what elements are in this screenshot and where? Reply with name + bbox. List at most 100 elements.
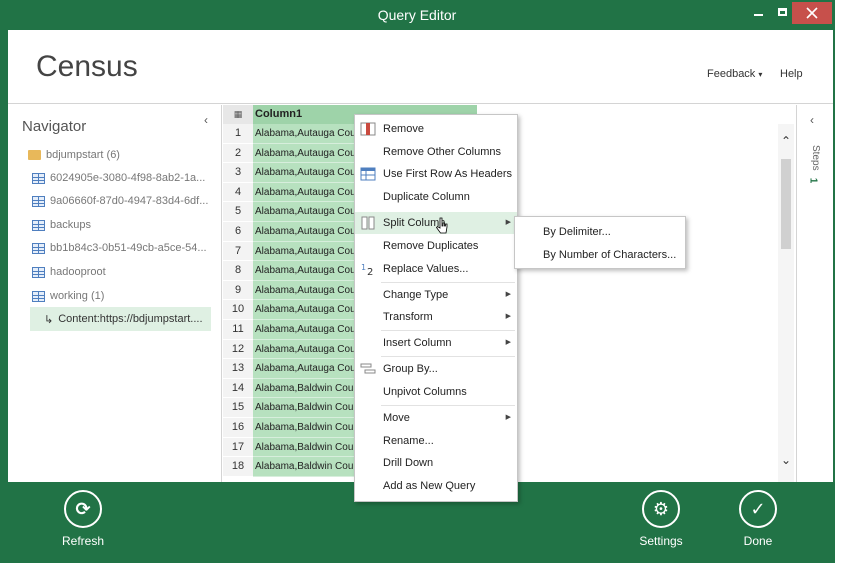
menu-item-remove-other-columns[interactable]: Remove Other Columns bbox=[355, 141, 517, 163]
steps-count: 1 bbox=[807, 177, 819, 184]
checkmark-icon: ✓ bbox=[739, 490, 777, 528]
table-icon bbox=[32, 266, 45, 278]
maximize-button[interactable] bbox=[770, 2, 794, 24]
row-number[interactable]: 5 bbox=[223, 202, 253, 222]
refresh-icon: ⟳ bbox=[64, 490, 102, 528]
menu-item-group-by[interactable]: Group By... bbox=[355, 358, 517, 380]
remove-column-icon bbox=[360, 122, 376, 136]
minimize-icon bbox=[753, 14, 763, 16]
table-icon bbox=[32, 195, 45, 207]
row-number[interactable]: 6 bbox=[223, 222, 253, 242]
help-link[interactable]: Help bbox=[780, 68, 803, 80]
split-column-submenu: By Delimiter... By Number of Characters.… bbox=[514, 216, 686, 269]
row-number[interactable]: 12 bbox=[223, 339, 253, 360]
menu-item-label: Use First Row As Headers bbox=[383, 168, 512, 180]
query-editor-window: Query Editor Census Feedback ▾ Help Navi… bbox=[0, 0, 846, 563]
nav-item-folder[interactable]: bdjumpstart (6) bbox=[28, 145, 120, 165]
nav-item-table[interactable]: hadooproot bbox=[32, 262, 106, 282]
nav-item-label: bb1b84c3-0b51-49cb-a5ce-54... bbox=[50, 242, 207, 254]
steps-label[interactable]: Steps bbox=[810, 145, 821, 171]
nav-item-content-selected[interactable]: ↳ Content:https://bdjumpstart.... bbox=[30, 307, 211, 331]
row-number[interactable]: 14 bbox=[223, 378, 253, 399]
menu-item-label: Insert Column bbox=[383, 337, 452, 349]
submenu-arrow-icon: ▶ bbox=[505, 219, 511, 226]
menu-item-label: Add as New Query bbox=[383, 480, 476, 492]
nav-item-table[interactable]: backups bbox=[32, 215, 91, 235]
menu-separator bbox=[381, 405, 515, 406]
vertical-scrollbar[interactable]: ⌃ ⌄ bbox=[778, 124, 794, 482]
feedback-button[interactable]: Feedback ▾ bbox=[707, 68, 762, 80]
folder-icon bbox=[28, 150, 41, 160]
navigator-title: Navigator bbox=[22, 118, 87, 135]
menu-item-move[interactable]: Move ▶ bbox=[355, 407, 517, 429]
scroll-up-icon[interactable]: ⌃ bbox=[778, 134, 794, 148]
gear-icon: ⚙ bbox=[642, 490, 680, 528]
menu-separator bbox=[381, 282, 515, 283]
close-button[interactable] bbox=[792, 2, 832, 24]
menu-item-unpivot-columns[interactable]: Unpivot Columns bbox=[355, 381, 517, 403]
nav-item-table[interactable]: 9a06660f-87d0-4947-83d4-6df... bbox=[32, 191, 208, 211]
row-number[interactable]: 15 bbox=[223, 398, 253, 418]
row-number[interactable]: 4 bbox=[223, 182, 253, 203]
collapse-steps-button[interactable]: ‹ bbox=[810, 113, 814, 127]
menu-item-replace-values[interactable]: 12 Replace Values... bbox=[355, 258, 517, 280]
row-number[interactable]: 7 bbox=[223, 241, 253, 262]
menu-item-add-as-new-query[interactable]: Add as New Query bbox=[355, 475, 517, 497]
close-icon bbox=[806, 7, 818, 19]
row-number[interactable]: 2 bbox=[223, 143, 253, 164]
row-number[interactable]: 13 bbox=[223, 359, 253, 379]
row-number[interactable]: 9 bbox=[223, 280, 253, 301]
menu-item-transform[interactable]: Transform ▶ bbox=[355, 306, 517, 328]
nav-item-label: backups bbox=[50, 219, 91, 231]
nav-item-label: Content:https://bdjumpstart.... bbox=[58, 313, 203, 325]
window-frame-left bbox=[0, 0, 8, 563]
maximize-icon bbox=[777, 8, 787, 16]
menu-item-by-number-of-characters[interactable]: By Number of Characters... bbox=[515, 244, 685, 266]
row-number[interactable]: 11 bbox=[223, 320, 253, 340]
window-title: Query Editor bbox=[377, 7, 457, 23]
title-bar: Query Editor bbox=[0, 0, 834, 30]
submenu-arrow-icon: ▶ bbox=[505, 414, 511, 421]
row-number[interactable]: 10 bbox=[223, 300, 253, 320]
menu-item-change-type[interactable]: Change Type ▶ bbox=[355, 284, 517, 306]
svg-text:1: 1 bbox=[361, 263, 366, 272]
row-number[interactable]: 3 bbox=[223, 163, 253, 183]
row-number[interactable]: 17 bbox=[223, 437, 253, 458]
collapse-navigator-button[interactable]: ‹ bbox=[204, 113, 208, 127]
done-button[interactable]: ✓ Done bbox=[723, 490, 793, 548]
window-frame-right bbox=[833, 0, 846, 563]
menu-item-label: Duplicate Column bbox=[383, 191, 470, 203]
nav-item-table[interactable]: 6024905e-3080-4f98-8ab2-1a... bbox=[32, 168, 205, 188]
menu-item-remove-duplicates[interactable]: Remove Duplicates bbox=[355, 235, 517, 257]
scroll-thumb[interactable] bbox=[781, 159, 791, 249]
table-menu-button[interactable]: ▦ bbox=[223, 105, 253, 124]
row-number[interactable]: 18 bbox=[223, 457, 253, 477]
menu-item-duplicate-column[interactable]: Duplicate Column bbox=[355, 186, 517, 208]
steps-pane: ‹ Steps 1 bbox=[796, 105, 833, 482]
nav-item-table[interactable]: bb1b84c3-0b51-49cb-a5ce-54... bbox=[32, 238, 207, 258]
nav-item-label: hadooproot bbox=[50, 266, 106, 278]
menu-item-remove[interactable]: Remove bbox=[355, 118, 517, 140]
menu-item-rename[interactable]: Rename... bbox=[355, 430, 517, 452]
settings-label: Settings bbox=[639, 534, 683, 548]
menu-item-use-first-row-as-headers[interactable]: Use First Row As Headers bbox=[355, 163, 517, 185]
nav-item-label: working (1) bbox=[50, 290, 105, 302]
menu-item-label: Transform bbox=[383, 311, 433, 323]
menu-item-label: Replace Values... bbox=[383, 263, 469, 275]
nav-item-table[interactable]: working (1) bbox=[32, 286, 104, 306]
refresh-button[interactable]: ⟳ Refresh bbox=[48, 490, 118, 548]
menu-item-drill-down[interactable]: Drill Down bbox=[355, 452, 517, 474]
menu-item-insert-column[interactable]: Insert Column ▶ bbox=[355, 332, 517, 354]
chevron-left-icon: ‹ bbox=[810, 113, 814, 127]
minimize-button[interactable] bbox=[746, 2, 770, 24]
scroll-down-icon[interactable]: ⌄ bbox=[778, 453, 794, 467]
menu-item-label: Drill Down bbox=[383, 457, 434, 469]
row-number[interactable]: 1 bbox=[223, 124, 253, 144]
menu-item-label: Move bbox=[383, 412, 410, 424]
row-number[interactable]: 16 bbox=[223, 418, 253, 438]
mouse-cursor-icon bbox=[436, 217, 448, 234]
chevron-left-icon: ‹ bbox=[204, 113, 208, 127]
row-number[interactable]: 8 bbox=[223, 261, 253, 281]
settings-button[interactable]: ⚙ Settings bbox=[626, 490, 696, 548]
menu-item-by-delimiter[interactable]: By Delimiter... bbox=[515, 221, 685, 243]
